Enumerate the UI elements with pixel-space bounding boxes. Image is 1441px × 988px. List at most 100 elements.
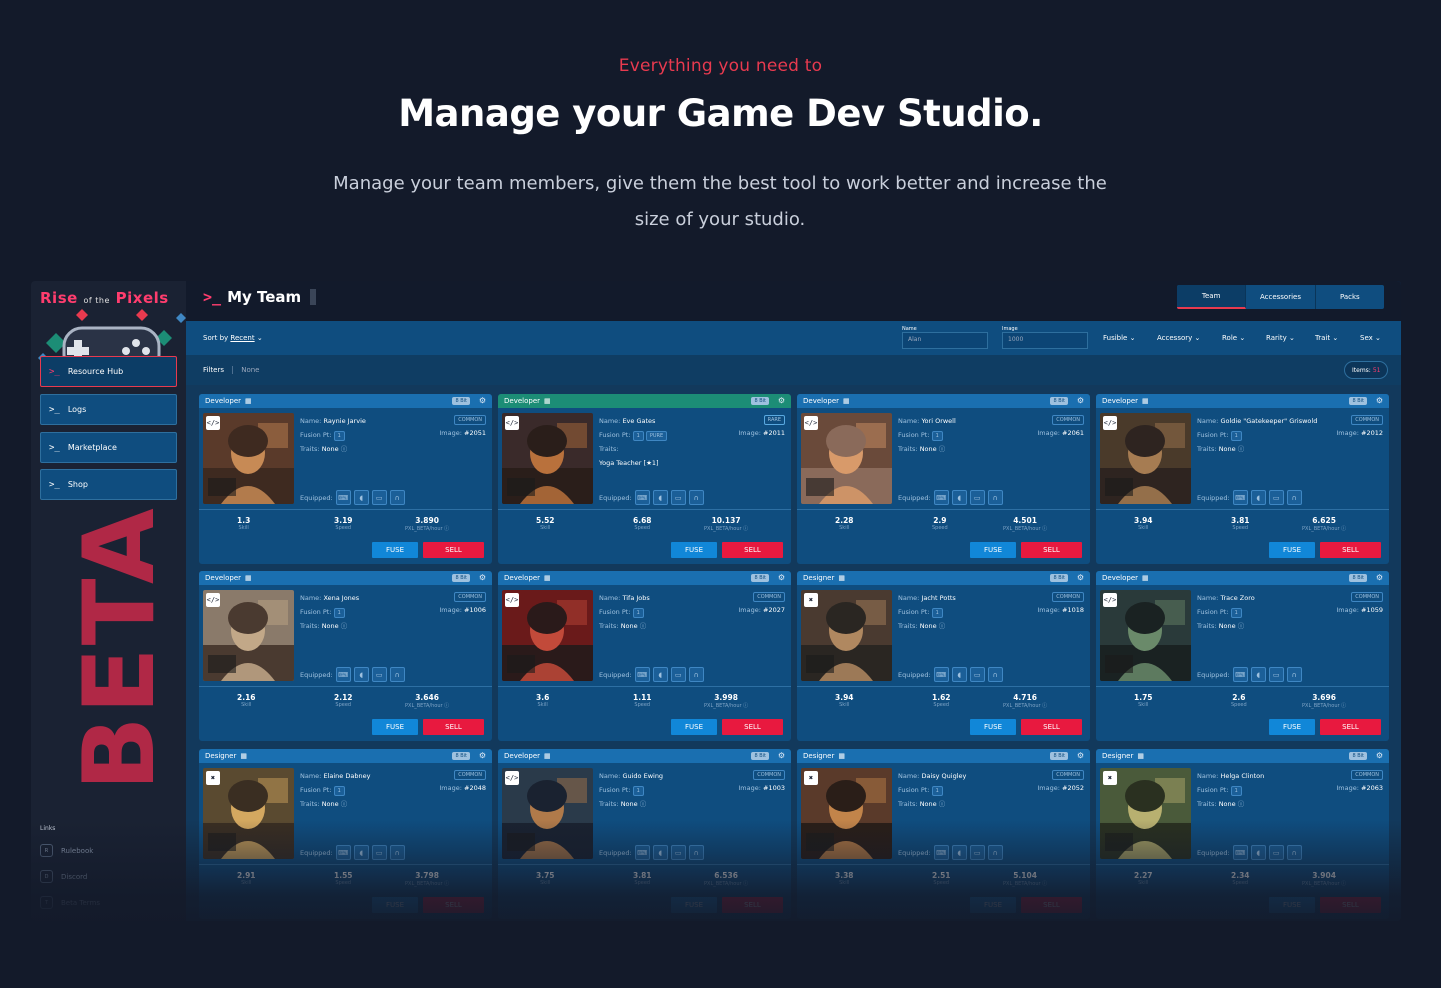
mouse-slot-icon[interactable]: ◖ [951, 490, 967, 505]
keyboard-slot-icon[interactable]: ⌨ [1232, 667, 1248, 682]
sell-button[interactable]: SELL [423, 719, 484, 735]
sell-button[interactable]: SELL [423, 542, 484, 558]
keyboard-slot-icon[interactable]: ⌨ [335, 667, 351, 682]
mouse-slot-icon[interactable]: ◖ [353, 490, 369, 505]
keyboard-slot-icon[interactable]: ⌨ [933, 667, 949, 682]
mouse-slot-icon[interactable]: ◖ [1250, 490, 1266, 505]
fuse-button[interactable]: FUSE [671, 542, 717, 558]
keyboard-slot-icon[interactable]: ⌨ [1232, 490, 1248, 505]
keyboard-slot-icon[interactable]: ⌨ [933, 490, 949, 505]
sell-button[interactable]: SELL [1021, 897, 1082, 913]
fuse-button[interactable]: FUSE [372, 897, 418, 913]
mouse-slot-icon[interactable]: ◖ [353, 667, 369, 682]
sell-button[interactable]: SELL [1320, 542, 1381, 558]
sort-control[interactable]: Sort by Recent ⌄ [203, 334, 263, 342]
headphones-slot-icon[interactable]: ∩ [987, 490, 1003, 505]
monitor-slot-icon[interactable]: ▭ [1268, 490, 1284, 505]
keyboard-slot-icon[interactable]: ⌨ [335, 845, 351, 860]
image-input[interactable]: 1000 [1002, 332, 1088, 349]
team-member-card[interactable]: Developer ▦ 8 Bit ⚙ </> Name: Goldie "Ga… [1096, 394, 1389, 564]
fuse-button[interactable]: FUSE [671, 897, 717, 913]
dropdown-role[interactable]: Role ⌄ [1222, 334, 1245, 342]
mouse-slot-icon[interactable]: ◖ [951, 845, 967, 860]
sell-button[interactable]: SELL [1320, 897, 1381, 913]
gear-icon[interactable]: ⚙ [1376, 573, 1383, 582]
sell-button[interactable]: SELL [1320, 719, 1381, 735]
team-member-card[interactable]: Designer ▦ 8 Bit ⚙ ✖ Name: Elaine Dabney… [199, 749, 492, 919]
team-member-card[interactable]: Developer ▦ 8 Bit ⚙ </> Name: Xena Jones… [199, 571, 492, 741]
tab-team[interactable]: Team [1177, 285, 1247, 309]
keyboard-slot-icon[interactable]: ⌨ [933, 845, 949, 860]
mouse-slot-icon[interactable]: ◖ [951, 667, 967, 682]
sidebar-item-logs[interactable]: >_ Logs [40, 394, 177, 425]
mouse-slot-icon[interactable]: ◖ [353, 845, 369, 860]
gear-icon[interactable]: ⚙ [1077, 751, 1084, 760]
keyboard-slot-icon[interactable]: ⌨ [634, 490, 650, 505]
team-member-card[interactable]: Developer ▦ 8 Bit ⚙ </> Name: Raynie Jar… [199, 394, 492, 564]
sidebar-item-resource-hub[interactable]: >_ Resource Hub [40, 356, 177, 387]
headphones-slot-icon[interactable]: ∩ [987, 667, 1003, 682]
fuse-button[interactable]: FUSE [970, 542, 1016, 558]
team-member-card[interactable]: Developer ▦ 8 Bit ⚙ </> Name: Yori Orwel… [797, 394, 1090, 564]
sell-button[interactable]: SELL [722, 897, 783, 913]
keyboard-slot-icon[interactable]: ⌨ [634, 845, 650, 860]
sell-button[interactable]: SELL [722, 542, 783, 558]
name-input[interactable]: Alan [902, 332, 988, 349]
fuse-button[interactable]: FUSE [671, 719, 717, 735]
monitor-slot-icon[interactable]: ▭ [371, 490, 387, 505]
headphones-slot-icon[interactable]: ∩ [389, 490, 405, 505]
gear-icon[interactable]: ⚙ [778, 573, 785, 582]
team-member-card[interactable]: Developer ▦ 8 Bit ⚙ </> Name: Tifa Jobs … [498, 571, 791, 741]
team-member-card[interactable]: Designer ▦ 8 Bit ⚙ ✖ Name: Helga Clinton… [1096, 749, 1389, 919]
gear-icon[interactable]: ⚙ [778, 396, 785, 405]
tab-accessories[interactable]: Accessories [1246, 285, 1316, 309]
team-member-card[interactable]: Developer ▦ 8 Bit ⚙ </> Name: Guido Ewin… [498, 749, 791, 919]
gear-icon[interactable]: ⚙ [479, 573, 486, 582]
gear-icon[interactable]: ⚙ [1077, 396, 1084, 405]
link-rulebook[interactable]: R Rulebook [40, 844, 93, 857]
dropdown-trait[interactable]: Trait ⌄ [1315, 334, 1338, 342]
sidebar-item-marketplace[interactable]: >_ Marketplace [40, 432, 177, 463]
fuse-button[interactable]: FUSE [1269, 542, 1315, 558]
headphones-slot-icon[interactable]: ∩ [688, 845, 704, 860]
sell-button[interactable]: SELL [1021, 719, 1082, 735]
headphones-slot-icon[interactable]: ∩ [1286, 845, 1302, 860]
headphones-slot-icon[interactable]: ∩ [688, 490, 704, 505]
headphones-slot-icon[interactable]: ∩ [688, 667, 704, 682]
gear-icon[interactable]: ⚙ [479, 396, 486, 405]
link-discord[interactable]: D Discord [40, 870, 87, 883]
sell-button[interactable]: SELL [423, 897, 484, 913]
mouse-slot-icon[interactable]: ◖ [652, 490, 668, 505]
fuse-button[interactable]: FUSE [372, 719, 418, 735]
monitor-slot-icon[interactable]: ▭ [371, 667, 387, 682]
fuse-button[interactable]: FUSE [1269, 719, 1315, 735]
gear-icon[interactable]: ⚙ [479, 751, 486, 760]
monitor-slot-icon[interactable]: ▭ [670, 490, 686, 505]
monitor-slot-icon[interactable]: ▭ [969, 490, 985, 505]
dropdown-accessory[interactable]: Accessory ⌄ [1157, 334, 1200, 342]
gear-icon[interactable]: ⚙ [1376, 751, 1383, 760]
keyboard-slot-icon[interactable]: ⌨ [335, 490, 351, 505]
dropdown-sex[interactable]: Sex ⌄ [1360, 334, 1381, 342]
fuse-button[interactable]: FUSE [1269, 897, 1315, 913]
mouse-slot-icon[interactable]: ◖ [652, 845, 668, 860]
monitor-slot-icon[interactable]: ▭ [1268, 667, 1284, 682]
gear-icon[interactable]: ⚙ [778, 751, 785, 760]
monitor-slot-icon[interactable]: ▭ [1268, 845, 1284, 860]
fuse-button[interactable]: FUSE [970, 897, 1016, 913]
dropdown-rarity[interactable]: Rarity ⌄ [1266, 334, 1295, 342]
gear-icon[interactable]: ⚙ [1376, 396, 1383, 405]
team-member-card[interactable]: Designer ▦ 8 Bit ⚙ ✖ Name: Jacht Potts F… [797, 571, 1090, 741]
monitor-slot-icon[interactable]: ▭ [969, 667, 985, 682]
mouse-slot-icon[interactable]: ◖ [652, 667, 668, 682]
team-member-card[interactable]: Developer ▦ 8 Bit ⚙ </> Name: Trace Zoro… [1096, 571, 1389, 741]
sell-button[interactable]: SELL [1021, 542, 1082, 558]
link-beta-terms[interactable]: T Beta Terms [40, 896, 100, 909]
keyboard-slot-icon[interactable]: ⌨ [1232, 845, 1248, 860]
gear-icon[interactable]: ⚙ [1077, 573, 1084, 582]
sort-value[interactable]: Recent [230, 334, 254, 342]
sell-button[interactable]: SELL [722, 719, 783, 735]
monitor-slot-icon[interactable]: ▭ [371, 845, 387, 860]
mouse-slot-icon[interactable]: ◖ [1250, 667, 1266, 682]
team-member-card[interactable]: Developer ▦ 8 Bit ⚙ </> Name: Eve Gates … [498, 394, 791, 564]
